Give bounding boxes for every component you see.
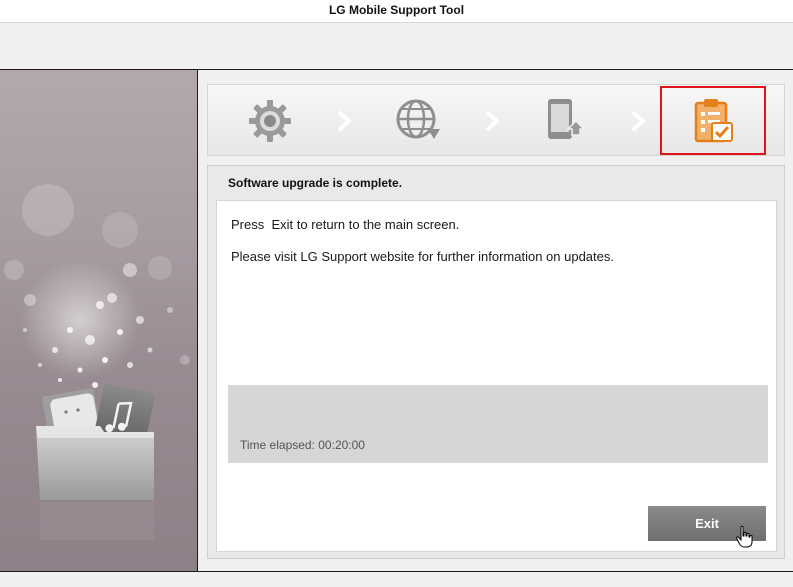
window-title: LG Mobile Support Tool: [328, 3, 465, 17]
progress-steps-bar: [207, 84, 785, 156]
main-frame: Software upgrade is complete. Press Exit…: [0, 69, 793, 572]
elapsed-time-box: Time elapsed: 00:20:00: [228, 385, 768, 463]
gear-icon: [244, 95, 296, 147]
bokeh-folder-illustration: [4, 184, 190, 540]
message-box: Press Exit to return to the main screen.…: [216, 200, 777, 552]
chevron-right-icon: [628, 109, 650, 133]
exit-instruction-text: Press Exit to return to the main screen.: [231, 217, 460, 232]
active-step-highlight: [660, 86, 766, 155]
chevron-right-icon: [334, 109, 356, 133]
content-panel: Software upgrade is complete. Press Exit…: [207, 165, 785, 559]
toolbar-area: [0, 23, 793, 69]
elapsed-time: Time elapsed: 00:20:00: [240, 438, 365, 452]
hand-cursor-icon: [735, 525, 755, 549]
status-title: Software upgrade is complete.: [228, 176, 403, 190]
status-strip: [0, 572, 793, 587]
title-bar: LG Mobile Support Tool: [0, 0, 793, 23]
side-panel-artwork: [0, 70, 198, 571]
support-info-text: Please visit LG Support website for furt…: [231, 249, 614, 264]
chevron-right-icon: [482, 109, 504, 133]
globe-download-icon: [392, 95, 444, 147]
phone-upload-icon: [538, 95, 590, 147]
